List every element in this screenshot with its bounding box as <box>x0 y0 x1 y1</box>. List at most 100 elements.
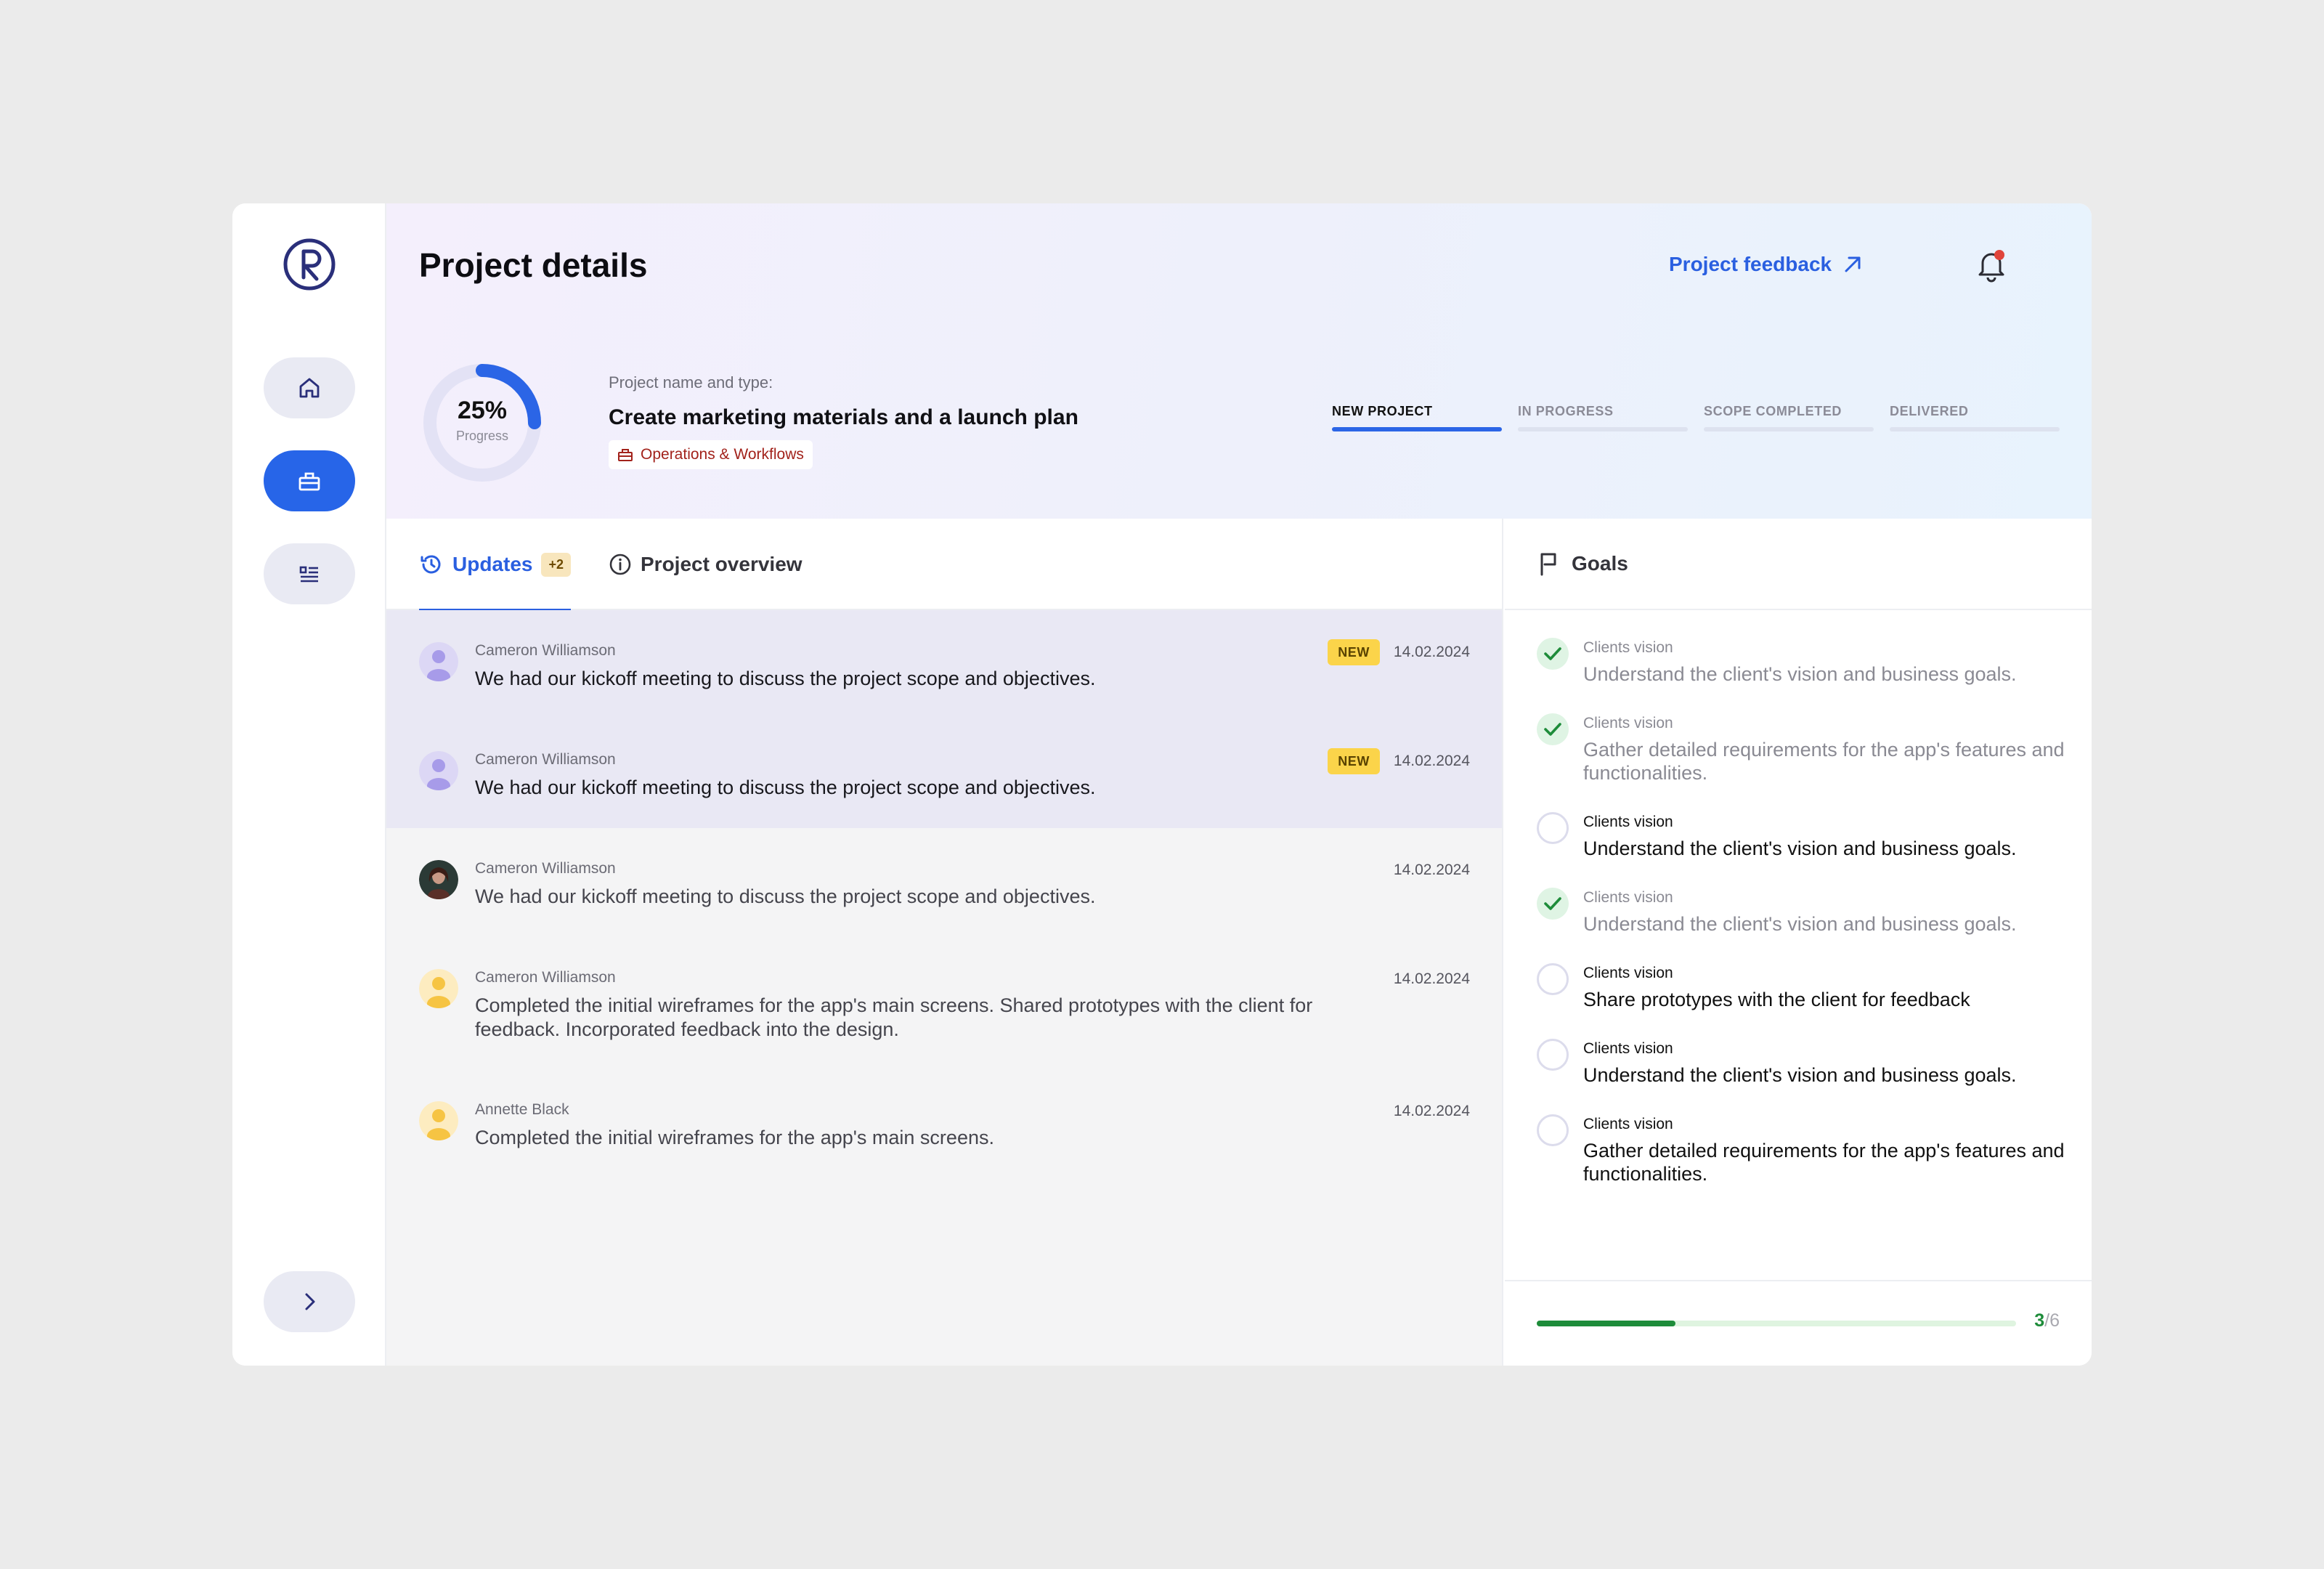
goal-text: Understand the client's vision and busin… <box>1583 838 2017 859</box>
sidebar-item-list[interactable] <box>264 543 355 604</box>
goals-total-count: /6 <box>2044 1310 2060 1331</box>
goal-text: Share prototypes with the client for fee… <box>1583 989 1970 1010</box>
update-date: 14.02.2024 <box>1393 1103 1470 1119</box>
arrow-up-right-icon <box>1845 256 1861 272</box>
goal-title: Clients vision <box>1583 814 1673 830</box>
briefcase-icon <box>298 472 320 491</box>
stage-bar <box>1890 427 2060 431</box>
project-stages: NEW PROJECT IN PROGRESS SCOPE COMPLETED … <box>1332 404 2060 431</box>
goals-done-count: 3 <box>2034 1310 2045 1331</box>
user-icon <box>419 1101 458 1140</box>
goal-checkbox[interactable] <box>1537 888 1569 920</box>
update-date: 14.02.2024 <box>1393 644 1470 660</box>
user-photo-icon <box>419 860 458 899</box>
update-text: Completed the initial wireframes for the… <box>475 1127 994 1148</box>
update-author: Annette Black <box>475 1101 569 1118</box>
briefcase-icon <box>618 449 633 461</box>
goal-title: Clients vision <box>1583 1116 1673 1132</box>
notifications-button[interactable] <box>1975 247 2007 283</box>
tab-updates-label: Updates <box>452 553 533 575</box>
update-text: We had our kickoff meeting to discuss th… <box>475 885 1096 907</box>
stage-bar <box>1518 427 1688 431</box>
stage-label: IN PROGRESS <box>1518 404 1614 418</box>
update-item[interactable]: Cameron Williamson Completed the initial… <box>386 937 1502 1069</box>
goal-title: Clients vision <box>1583 965 1673 981</box>
goals-header: Goals <box>1505 519 2092 610</box>
check-icon <box>1544 897 1561 910</box>
new-badge: NEW <box>1328 639 1380 665</box>
sidebar-item-projects[interactable] <box>264 450 355 511</box>
avatar <box>419 751 458 790</box>
check-icon <box>1544 723 1561 736</box>
update-text: We had our kickoff meeting to discuss th… <box>475 668 1096 689</box>
home-icon <box>299 378 320 398</box>
goal-checkbox[interactable] <box>1537 1039 1569 1071</box>
sidebar-item-home[interactable] <box>264 357 355 418</box>
stage-new-project: NEW PROJECT <box>1332 404 1502 431</box>
goals-count: 3/6 <box>2034 1310 2060 1331</box>
stage-bar <box>1704 427 1874 431</box>
update-item[interactable]: Cameron Williamson We had our kickoff me… <box>386 719 1502 828</box>
project-header: Project details Project feedback 25% Pro… <box>386 203 2092 519</box>
project-caption: Project name and type: <box>609 373 773 392</box>
update-item[interactable]: Cameron Williamson We had our kickoff me… <box>386 828 1502 937</box>
sidebar-expand-button[interactable] <box>264 1271 355 1332</box>
project-type-tag: Operations & Workflows <box>609 440 813 469</box>
update-author: Cameron Williamson <box>475 969 616 986</box>
goals-panel: Goals Clients vision Understand the clie… <box>1505 519 2092 1366</box>
check-icon <box>1544 647 1561 660</box>
goal-title: Clients vision <box>1583 1040 1673 1057</box>
project-name: Create marketing materials and a launch … <box>609 405 1078 429</box>
update-text: We had our kickoff meeting to discuss th… <box>475 777 1096 798</box>
goal-text: Understand the client's vision and busin… <box>1583 663 2017 685</box>
update-date: 14.02.2024 <box>1393 753 1470 769</box>
updates-panel: Updates +2 Project overview Cameron Will… <box>386 519 1503 1366</box>
goal-title: Clients vision <box>1583 639 1673 656</box>
list-icon <box>299 566 318 583</box>
goals-title: Goals <box>1572 552 1628 575</box>
page-title: Project details <box>419 246 648 284</box>
avatar <box>419 1101 458 1140</box>
tabs: Updates +2 Project overview <box>386 519 1502 612</box>
user-icon <box>419 751 458 790</box>
update-author: Cameron Williamson <box>475 860 616 877</box>
progress-value: 25% <box>457 397 508 424</box>
main-content: Project details Project feedback 25% Pro… <box>386 203 2092 1366</box>
update-item[interactable]: Annette Black Completed the initial wire… <box>386 1069 1502 1178</box>
tab-project-overview[interactable]: Project overview <box>609 519 803 610</box>
goal-checkbox[interactable] <box>1537 1114 1569 1146</box>
project-feedback-label: Project feedback <box>1669 253 1832 275</box>
stage-in-progress: IN PROGRESS <box>1518 404 1688 431</box>
tab-updates[interactable]: Updates +2 <box>419 519 571 612</box>
update-author: Cameron Williamson <box>475 642 616 659</box>
goal-title: Clients vision <box>1583 715 1673 731</box>
avatar <box>419 860 458 899</box>
stage-delivered: DELIVERED <box>1890 404 2060 431</box>
update-item[interactable]: Cameron Williamson We had our kickoff me… <box>386 610 1502 719</box>
goal-checkbox[interactable] <box>1537 963 1569 995</box>
goal-text: Understand the client's vision and busin… <box>1583 913 2017 935</box>
avatar <box>419 642 458 681</box>
user-icon <box>419 642 458 681</box>
chevron-right-icon <box>305 1293 315 1310</box>
goal-title: Clients vision <box>1583 889 1673 906</box>
goal-text: Understand the client's vision and busin… <box>1583 1064 2017 1086</box>
stage-label: DELIVERED <box>1890 404 1969 418</box>
goal-text: Gather detailed requirements for the app… <box>1583 739 2065 784</box>
info-icon <box>609 554 631 575</box>
user-icon <box>419 969 458 1008</box>
goals-progress-fill <box>1537 1321 1676 1326</box>
logo-icon[interactable] <box>282 237 337 292</box>
tab-overview-label: Project overview <box>641 553 803 575</box>
update-date: 14.02.2024 <box>1393 970 1470 987</box>
stage-scope-completed: SCOPE COMPLETED <box>1704 404 1874 431</box>
goal-text: Gather detailed requirements for the app… <box>1583 1140 2065 1185</box>
goal-checkbox[interactable] <box>1537 812 1569 844</box>
new-badge: NEW <box>1328 748 1380 774</box>
goals-progress: 3/6 <box>1505 1280 2092 1366</box>
project-feedback-link[interactable]: Project feedback <box>1669 253 1864 276</box>
goal-checkbox[interactable] <box>1537 638 1569 670</box>
goal-checkbox[interactable] <box>1537 713 1569 745</box>
update-date: 14.02.2024 <box>1393 861 1470 878</box>
goals-progress-track <box>1537 1321 2016 1326</box>
